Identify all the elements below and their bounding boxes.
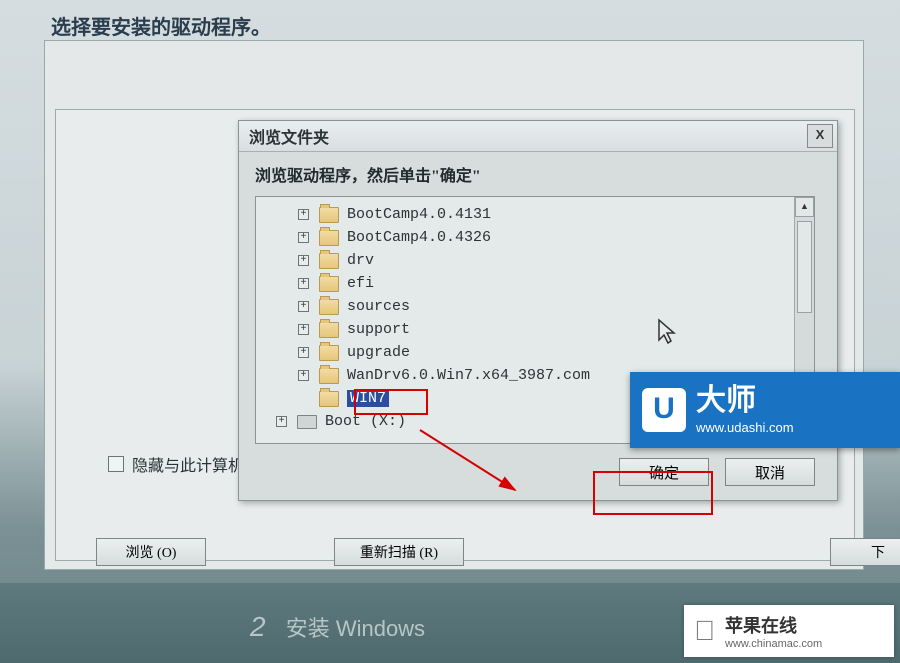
dialog-close-button[interactable]: X bbox=[807, 124, 833, 148]
udashi-logo-icon: U bbox=[642, 388, 686, 432]
tree-item-label: BootCamp4.0.4326 bbox=[347, 229, 491, 246]
tree-item[interactable]: + upgrade bbox=[262, 341, 792, 364]
folder-icon bbox=[319, 345, 339, 361]
hide-incompatible-checkbox[interactable] bbox=[108, 456, 124, 472]
scroll-up-button[interactable]: ▲ bbox=[795, 197, 814, 217]
apple-logo-icon:  bbox=[694, 615, 715, 647]
tree-item-label: drv bbox=[347, 252, 374, 269]
tree-item-label: efi bbox=[347, 275, 374, 292]
expander-icon[interactable]: + bbox=[298, 301, 309, 312]
folder-icon bbox=[319, 299, 339, 315]
expander-icon[interactable]: + bbox=[298, 255, 309, 266]
folder-icon bbox=[319, 391, 339, 407]
tree-item-label: support bbox=[347, 321, 410, 338]
page-title: 选择要安装的驱动程序。 bbox=[45, 11, 271, 55]
expander-icon[interactable]: + bbox=[298, 278, 309, 289]
expander-spacer bbox=[298, 393, 309, 404]
tree-item-label: upgrade bbox=[347, 344, 410, 361]
installer-step-label: 2 安装 Windows bbox=[250, 611, 425, 643]
folder-icon bbox=[319, 253, 339, 269]
main-title-text: 选择要安装的驱动程序。 bbox=[51, 11, 271, 55]
scroll-thumb[interactable] bbox=[797, 221, 812, 313]
tree-item-label: WanDrv6.0.Win7.x64_3987.com bbox=[347, 367, 590, 384]
expander-icon[interactable]: + bbox=[298, 209, 309, 220]
tree-item[interactable]: + BootCamp4.0.4131 bbox=[262, 203, 792, 226]
apple-watermark:  苹果在线 www.chinamac.com bbox=[684, 605, 894, 657]
ok-button[interactable]: 确定 bbox=[619, 458, 709, 486]
dialog-title: 浏览文件夹 bbox=[249, 124, 329, 148]
dialog-titlebar[interactable]: 浏览文件夹 X bbox=[239, 121, 837, 152]
folder-icon bbox=[319, 230, 339, 246]
folder-icon bbox=[319, 368, 339, 384]
step-number: 2 bbox=[250, 611, 266, 642]
rescan-button[interactable]: 重新扫描 (R) bbox=[334, 538, 464, 566]
next-button[interactable]: 下 bbox=[830, 538, 900, 566]
expander-icon[interactable]: + bbox=[298, 347, 309, 358]
expander-icon[interactable]: + bbox=[298, 324, 309, 335]
expander-icon[interactable]: + bbox=[276, 416, 287, 427]
udashi-name: 大师 bbox=[696, 386, 794, 416]
tree-item[interactable]: + sources bbox=[262, 295, 792, 318]
expander-icon[interactable]: + bbox=[298, 370, 309, 381]
tree-item-label: Boot (X:) bbox=[325, 413, 406, 430]
tree-item-label: BootCamp4.0.4131 bbox=[347, 206, 491, 223]
folder-icon bbox=[319, 276, 339, 292]
browse-button[interactable]: 浏览 (O) bbox=[96, 538, 206, 566]
cancel-button[interactable]: 取消 bbox=[725, 458, 815, 486]
tree-item[interactable]: + BootCamp4.0.4326 bbox=[262, 226, 792, 249]
udashi-watermark: U 大师 www.udashi.com bbox=[630, 372, 900, 448]
tree-item[interactable]: + drv bbox=[262, 249, 792, 272]
apple-watermark-name: 苹果在线 bbox=[725, 612, 822, 638]
expander-icon[interactable]: + bbox=[298, 232, 309, 243]
drive-icon bbox=[297, 415, 317, 429]
tree-item[interactable]: + support bbox=[262, 318, 792, 341]
dialog-button-row: 确定 取消 bbox=[255, 458, 821, 486]
folder-icon bbox=[319, 322, 339, 338]
udashi-url: www.udashi.com bbox=[696, 420, 794, 435]
apple-watermark-url: www.chinamac.com bbox=[725, 638, 822, 650]
tree-item[interactable]: + efi bbox=[262, 272, 792, 295]
tree-item-label: sources bbox=[347, 298, 410, 315]
dialog-instruction: 浏览驱动程序，然后单击"确定" bbox=[255, 162, 821, 186]
folder-icon bbox=[319, 207, 339, 223]
step-text: 安装 Windows bbox=[286, 616, 425, 641]
tree-item-label: WIN7 bbox=[347, 390, 389, 407]
